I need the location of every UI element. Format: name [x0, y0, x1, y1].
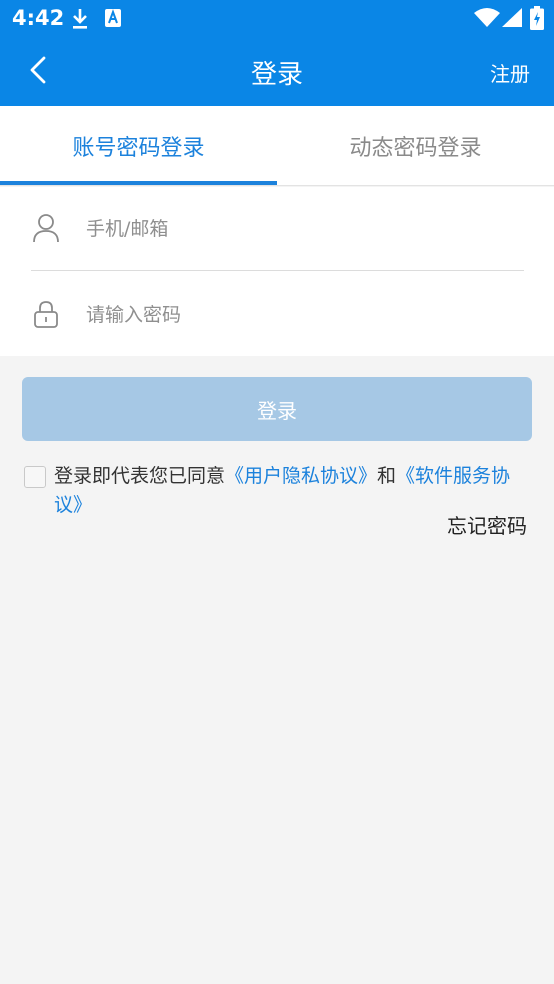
tab-account-password[interactable]: 账号密码登录 — [0, 106, 277, 185]
field-divider — [31, 270, 524, 271]
privacy-policy-link[interactable]: 《用户隐私协议》 — [225, 465, 377, 487]
wifi-icon — [474, 7, 500, 31]
agreement-checkbox[interactable] — [24, 466, 46, 488]
active-tab-indicator — [0, 181, 277, 185]
register-button[interactable]: 注册 — [490, 58, 530, 87]
signal-icon — [502, 8, 522, 31]
user-icon — [32, 213, 60, 243]
chevron-left-icon — [29, 56, 47, 88]
password-input[interactable] — [84, 295, 524, 335]
agreement-conjunction: 和 — [377, 465, 397, 487]
tab-dynamic-password[interactable]: 动态密码登录 — [277, 106, 554, 185]
account-field — [0, 187, 554, 271]
login-form — [0, 187, 554, 356]
password-field — [0, 273, 554, 357]
login-tabs: 账号密码登录 动态密码登录 — [0, 106, 554, 186]
back-button[interactable] — [18, 52, 58, 92]
app-bar: 登录 注册 — [0, 38, 554, 106]
status-time: 4:42 — [12, 6, 65, 30]
agreement-prefix: 登录即代表您已同意 — [54, 465, 226, 487]
keyboard-a-icon — [104, 8, 122, 32]
lock-icon — [32, 299, 60, 329]
login-button[interactable]: 登录 — [22, 377, 532, 441]
download-icon — [70, 8, 90, 34]
account-input[interactable] — [84, 209, 524, 249]
battery-icon — [530, 6, 544, 34]
status-bar: 4:42 — [0, 0, 554, 38]
forgot-password-button[interactable]: 忘记密码 — [447, 510, 527, 539]
page-title: 登录 — [250, 60, 303, 90]
